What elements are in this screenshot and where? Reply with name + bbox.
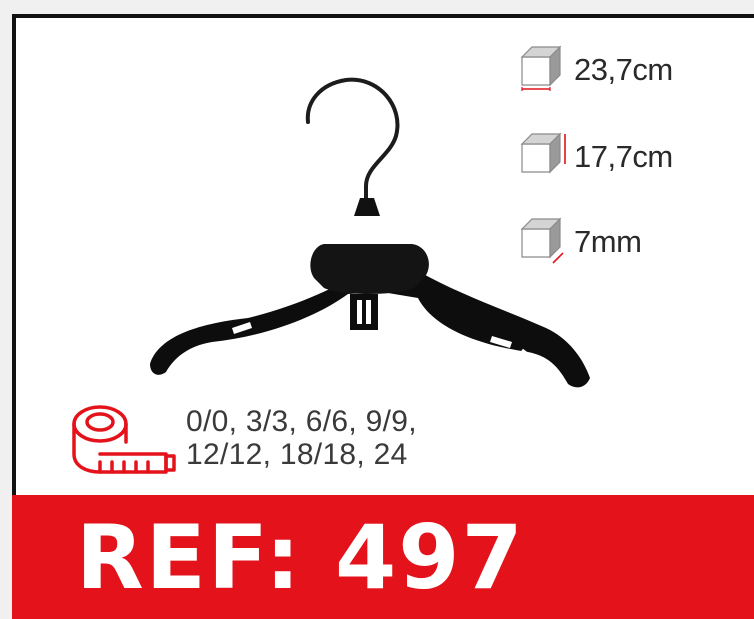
dimension-width-value: 23,7cm [574,52,673,87]
dimension-depth-value: 7mm [574,224,642,259]
size-list-line-2: 12/12, 18/18, 24 [186,438,408,471]
size-range: 0/0, 3/3, 6/6, 9/9, 12/12, 18/18, 24 [66,392,536,484]
measuring-tape-icon [72,405,176,474]
dimension-depth-row: 7mm [510,216,642,268]
box-depth-icon [520,217,564,264]
box-height-icon [520,132,566,174]
box-width-icon [520,45,562,91]
dimension-height-row: 17,7cm [510,131,673,183]
reference-label: REF: 497 [76,506,525,609]
dimension-width-row: 23,7cm [510,44,673,96]
size-list-line-1: 0/0, 3/3, 6/6, 9/9, [186,405,417,438]
size-list: 0/0, 3/3, 6/6, 9/9, 12/12, 18/18, 24 [186,405,417,471]
dimension-height-value: 17,7cm [574,139,673,174]
